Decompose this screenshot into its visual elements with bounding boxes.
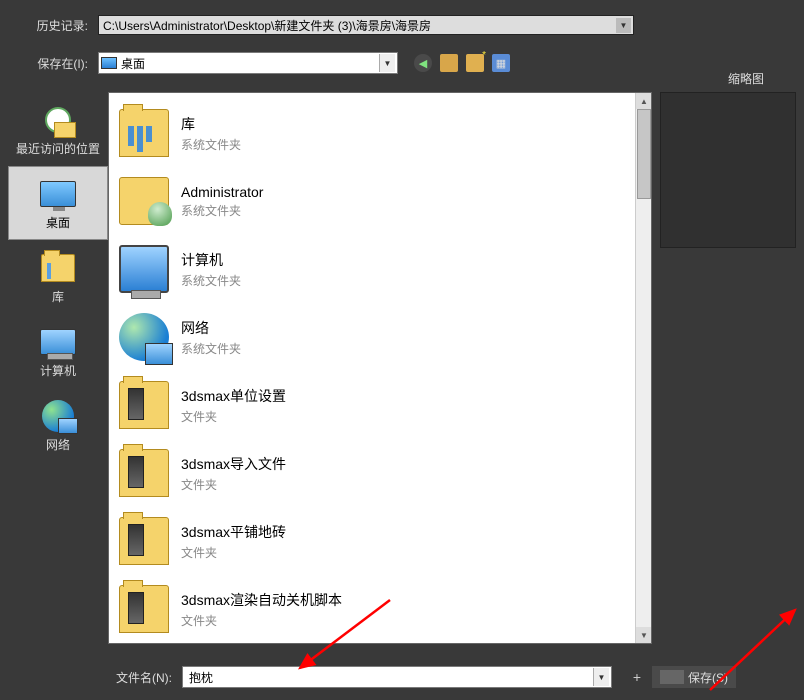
file-subtype: 系统文件夹 [181, 340, 241, 357]
place-label: 计算机 [40, 362, 76, 379]
savein-dropdown[interactable]: 桌面 ▼ [98, 52, 398, 74]
savein-label: 保存在(I): [8, 55, 98, 72]
plus-button[interactable]: + [628, 668, 646, 686]
places-desktop[interactable]: 桌面 [8, 166, 108, 240]
file-name: 3dsmax平铺地砖 [181, 522, 286, 542]
desktop-icon [101, 57, 117, 69]
history-label: 历史记录: [8, 17, 98, 34]
file-item[interactable]: 3dsmax平铺地砖文件夹 [115, 507, 629, 575]
file-subtype: 文件夹 [181, 408, 286, 425]
history-dropdown[interactable]: C:\Users\Administrator\Desktop\新建文件夹 (3)… [98, 15, 634, 35]
file-item[interactable]: 网络系统文件夹 [115, 303, 629, 371]
places-computer[interactable]: 计算机 [8, 314, 108, 388]
save-button-icon [660, 670, 684, 684]
filename-input[interactable]: 抱枕 ▼ [182, 666, 612, 688]
file-subtype: 文件夹 [181, 612, 342, 629]
file-name: Administrator [181, 184, 263, 200]
file-item[interactable]: 3dsmax单位设置文件夹 [115, 371, 629, 439]
file-item[interactable]: 库系统文件夹 [115, 99, 629, 167]
scroll-up-icon[interactable]: ▲ [636, 93, 652, 109]
chevron-down-icon: ▼ [379, 54, 395, 72]
filename-value: 抱枕 [189, 669, 213, 686]
save-button-label: 保存(S) [688, 669, 728, 686]
chevron-down-icon: ▼ [593, 668, 609, 686]
file-name: 网络 [181, 318, 241, 338]
file-name: 3dsmax导入文件 [181, 454, 286, 474]
place-label: 库 [52, 288, 64, 305]
savein-current: 桌面 [121, 55, 145, 72]
back-icon[interactable]: ◀ [414, 54, 432, 72]
file-subtype: 文件夹 [181, 544, 286, 561]
thumbnail-label: 缩略图 [728, 70, 764, 87]
file-name: 计算机 [181, 250, 241, 270]
file-item[interactable]: Administrator 系统文件夹 [115, 167, 629, 235]
place-label: 最近访问的位置 [16, 140, 100, 157]
chevron-down-icon: ▼ [616, 18, 631, 33]
file-subtype: 系统文件夹 [181, 272, 241, 289]
file-item[interactable]: 3dsmax导入文件文件夹 [115, 439, 629, 507]
history-path: C:\Users\Administrator\Desktop\新建文件夹 (3)… [103, 17, 431, 34]
file-name: 库 [181, 114, 241, 134]
file-list-pane: 库系统文件夹Administrator系统文件夹计算机系统文件夹网络系统文件夹3… [108, 92, 652, 644]
file-name: 3dsmax单位设置 [181, 386, 286, 406]
places-network[interactable]: 网络 [8, 388, 108, 462]
place-label: 网络 [46, 436, 70, 453]
view-menu-icon[interactable]: ▦ [492, 54, 510, 72]
file-subtype: 系统文件夹 [181, 136, 241, 153]
scrollbar-vertical[interactable]: ▲ ▼ [635, 93, 651, 643]
scrollbar-thumb[interactable] [637, 109, 651, 199]
new-folder-icon[interactable] [466, 54, 484, 72]
places-library[interactable]: 库 [8, 240, 108, 314]
file-item[interactable]: 3dsmax渲染自动关机脚本文件夹 [115, 575, 629, 643]
places-recent[interactable]: 最近访问的位置 [8, 92, 108, 166]
scroll-down-icon[interactable]: ▼ [636, 627, 652, 643]
file-subtype: 文件夹 [181, 476, 286, 493]
place-label: 桌面 [46, 214, 70, 231]
save-button[interactable]: 保存(S) [652, 666, 736, 688]
file-subtype: 系统文件夹 [181, 202, 263, 219]
file-name: 3dsmax渲染自动关机脚本 [181, 590, 342, 610]
filename-label: 文件名(N): [116, 669, 172, 686]
up-folder-icon[interactable] [440, 54, 458, 72]
file-item[interactable]: 计算机系统文件夹 [115, 235, 629, 303]
thumbnail-preview [660, 92, 796, 248]
